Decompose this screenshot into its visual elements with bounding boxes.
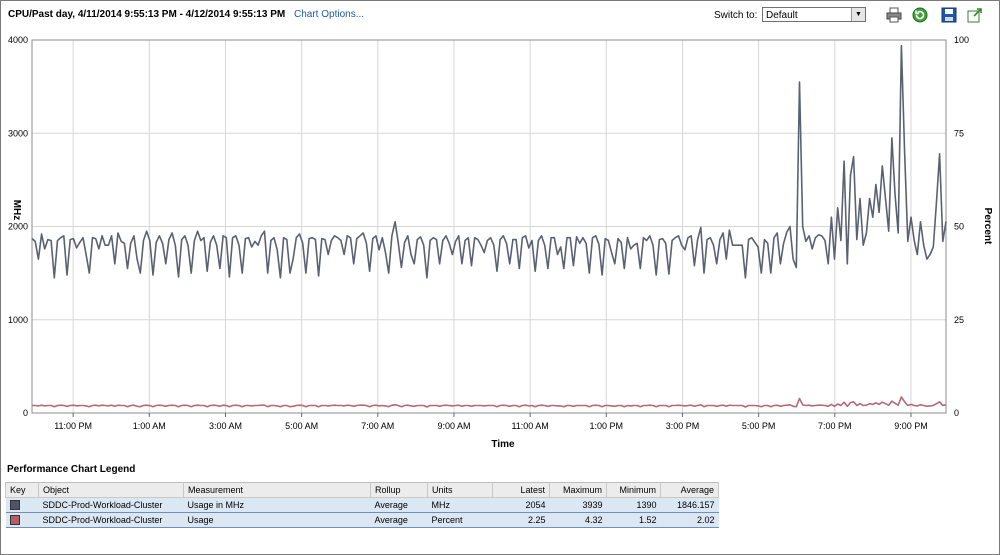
column-header-average[interactable]: Average <box>660 482 719 498</box>
performance-chart: 4000 3000 2000 1000 0 100 75 50 25 0 11:00 PM 1:0… <box>8 35 993 450</box>
right-axis-ticks: 100 75 50 25 0 <box>954 35 969 418</box>
legend-latest: 2054 <box>492 497 550 513</box>
column-header-key[interactable]: Key <box>5 482 39 498</box>
x-tick-label: 3:00 PM <box>666 421 700 431</box>
legend-latest: 2.25 <box>492 512 550 528</box>
series-color-swatch <box>9 500 20 511</box>
legend-maximum: 4.32 <box>549 512 607 528</box>
y-axis-left-label: MHz <box>11 200 22 221</box>
y-left-tick-label: 1000 <box>8 315 28 325</box>
legend-minimum: 1390 <box>606 497 661 513</box>
legend-row[interactable]: SDDC-Prod-Workload-Cluster Usage Average… <box>5 512 719 528</box>
column-header-maximum[interactable]: Maximum <box>549 482 607 498</box>
x-tick-label: 7:00 PM <box>818 421 852 431</box>
x-tick-label: 9:00 PM <box>894 421 928 431</box>
y-axis-right-label: Percent <box>982 208 993 245</box>
legend-measurement: Usage <box>183 512 371 528</box>
legend-rollup: Average <box>370 497 428 513</box>
x-tick-label: 11:00 AM <box>511 421 548 431</box>
legend-maximum: 3939 <box>549 497 607 513</box>
y-right-tick-label: 0 <box>954 408 959 418</box>
legend-average: 1846.157 <box>660 497 719 513</box>
x-tick-label: 9:00 AM <box>437 421 470 431</box>
left-axis-ticks: 4000 3000 2000 1000 0 <box>8 35 28 418</box>
legend-title: Performance Chart Legend <box>7 464 136 475</box>
legend-minimum: 1.52 <box>606 512 661 528</box>
legend-object: SDDC-Prod-Workload-Cluster <box>38 497 184 513</box>
y-right-tick-label: 50 <box>954 222 964 232</box>
y-left-tick-label: 4000 <box>8 35 28 45</box>
x-tick-label: 11:00 PM <box>54 421 92 431</box>
legend-units: MHz <box>427 497 493 513</box>
legend-key-cell <box>5 512 39 528</box>
x-axis-ticks: 11:00 PM 1:00 AM 3:00 AM 5:00 AM 7:00 AM 9:00… <box>54 413 928 431</box>
y-left-tick-label: 2000 <box>8 222 28 232</box>
legend-average: 2.02 <box>660 512 719 528</box>
legend-key-cell <box>5 497 39 513</box>
column-header-minimum[interactable]: Minimum <box>606 482 661 498</box>
column-header-latest[interactable]: Latest <box>492 482 550 498</box>
x-tick-label: 3:00 AM <box>209 421 242 431</box>
x-tick-label: 1:00 PM <box>590 421 624 431</box>
y-right-tick-label: 100 <box>954 35 969 45</box>
x-tick-label: 5:00 AM <box>285 421 318 431</box>
y-left-tick-label: 0 <box>23 408 28 418</box>
column-header-object[interactable]: Object <box>38 482 184 498</box>
legend-object: SDDC-Prod-Workload-Cluster <box>38 512 184 528</box>
column-header-rollup[interactable]: Rollup <box>370 482 428 498</box>
y-right-tick-label: 75 <box>954 128 964 138</box>
x-tick-label: 1:00 AM <box>133 421 166 431</box>
series-color-swatch <box>9 515 20 526</box>
series-line-usage-percent <box>32 396 947 408</box>
legend-row[interactable]: SDDC-Prod-Workload-Cluster Usage in MHz … <box>5 497 719 513</box>
column-header-units[interactable]: Units <box>427 482 493 498</box>
x-axis-label: Time <box>491 439 515 450</box>
column-header-measurement[interactable]: Measurement <box>183 482 371 498</box>
x-tick-label: 5:00 PM <box>742 421 776 431</box>
legend-measurement: Usage in MHz <box>183 497 371 513</box>
y-right-tick-label: 25 <box>954 315 964 325</box>
series-line-usage-mhz <box>31 44 947 279</box>
x-tick-label: 7:00 AM <box>361 421 394 431</box>
legend-rollup: Average <box>370 512 428 528</box>
legend-header-row: Key Object Measurement Rollup Units Late… <box>5 482 719 498</box>
y-left-tick-label: 3000 <box>8 128 28 138</box>
chart-grid <box>32 40 946 413</box>
legend-table: Key Object Measurement Rollup Units Late… <box>5 482 719 528</box>
legend-units: Percent <box>427 512 493 528</box>
